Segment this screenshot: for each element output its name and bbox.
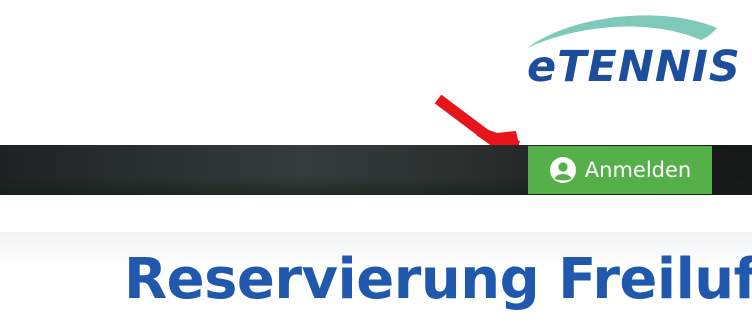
user-circle-icon — [549, 157, 576, 183]
etennis-logo[interactable]: eTENNIS — [505, 8, 740, 100]
login-label: Anmelden — [584, 158, 692, 182]
login-button[interactable]: Anmelden — [528, 146, 712, 194]
page-title: Reservierung Freiluft — [124, 247, 752, 312]
logo-text: eTENNIS — [527, 42, 741, 92]
